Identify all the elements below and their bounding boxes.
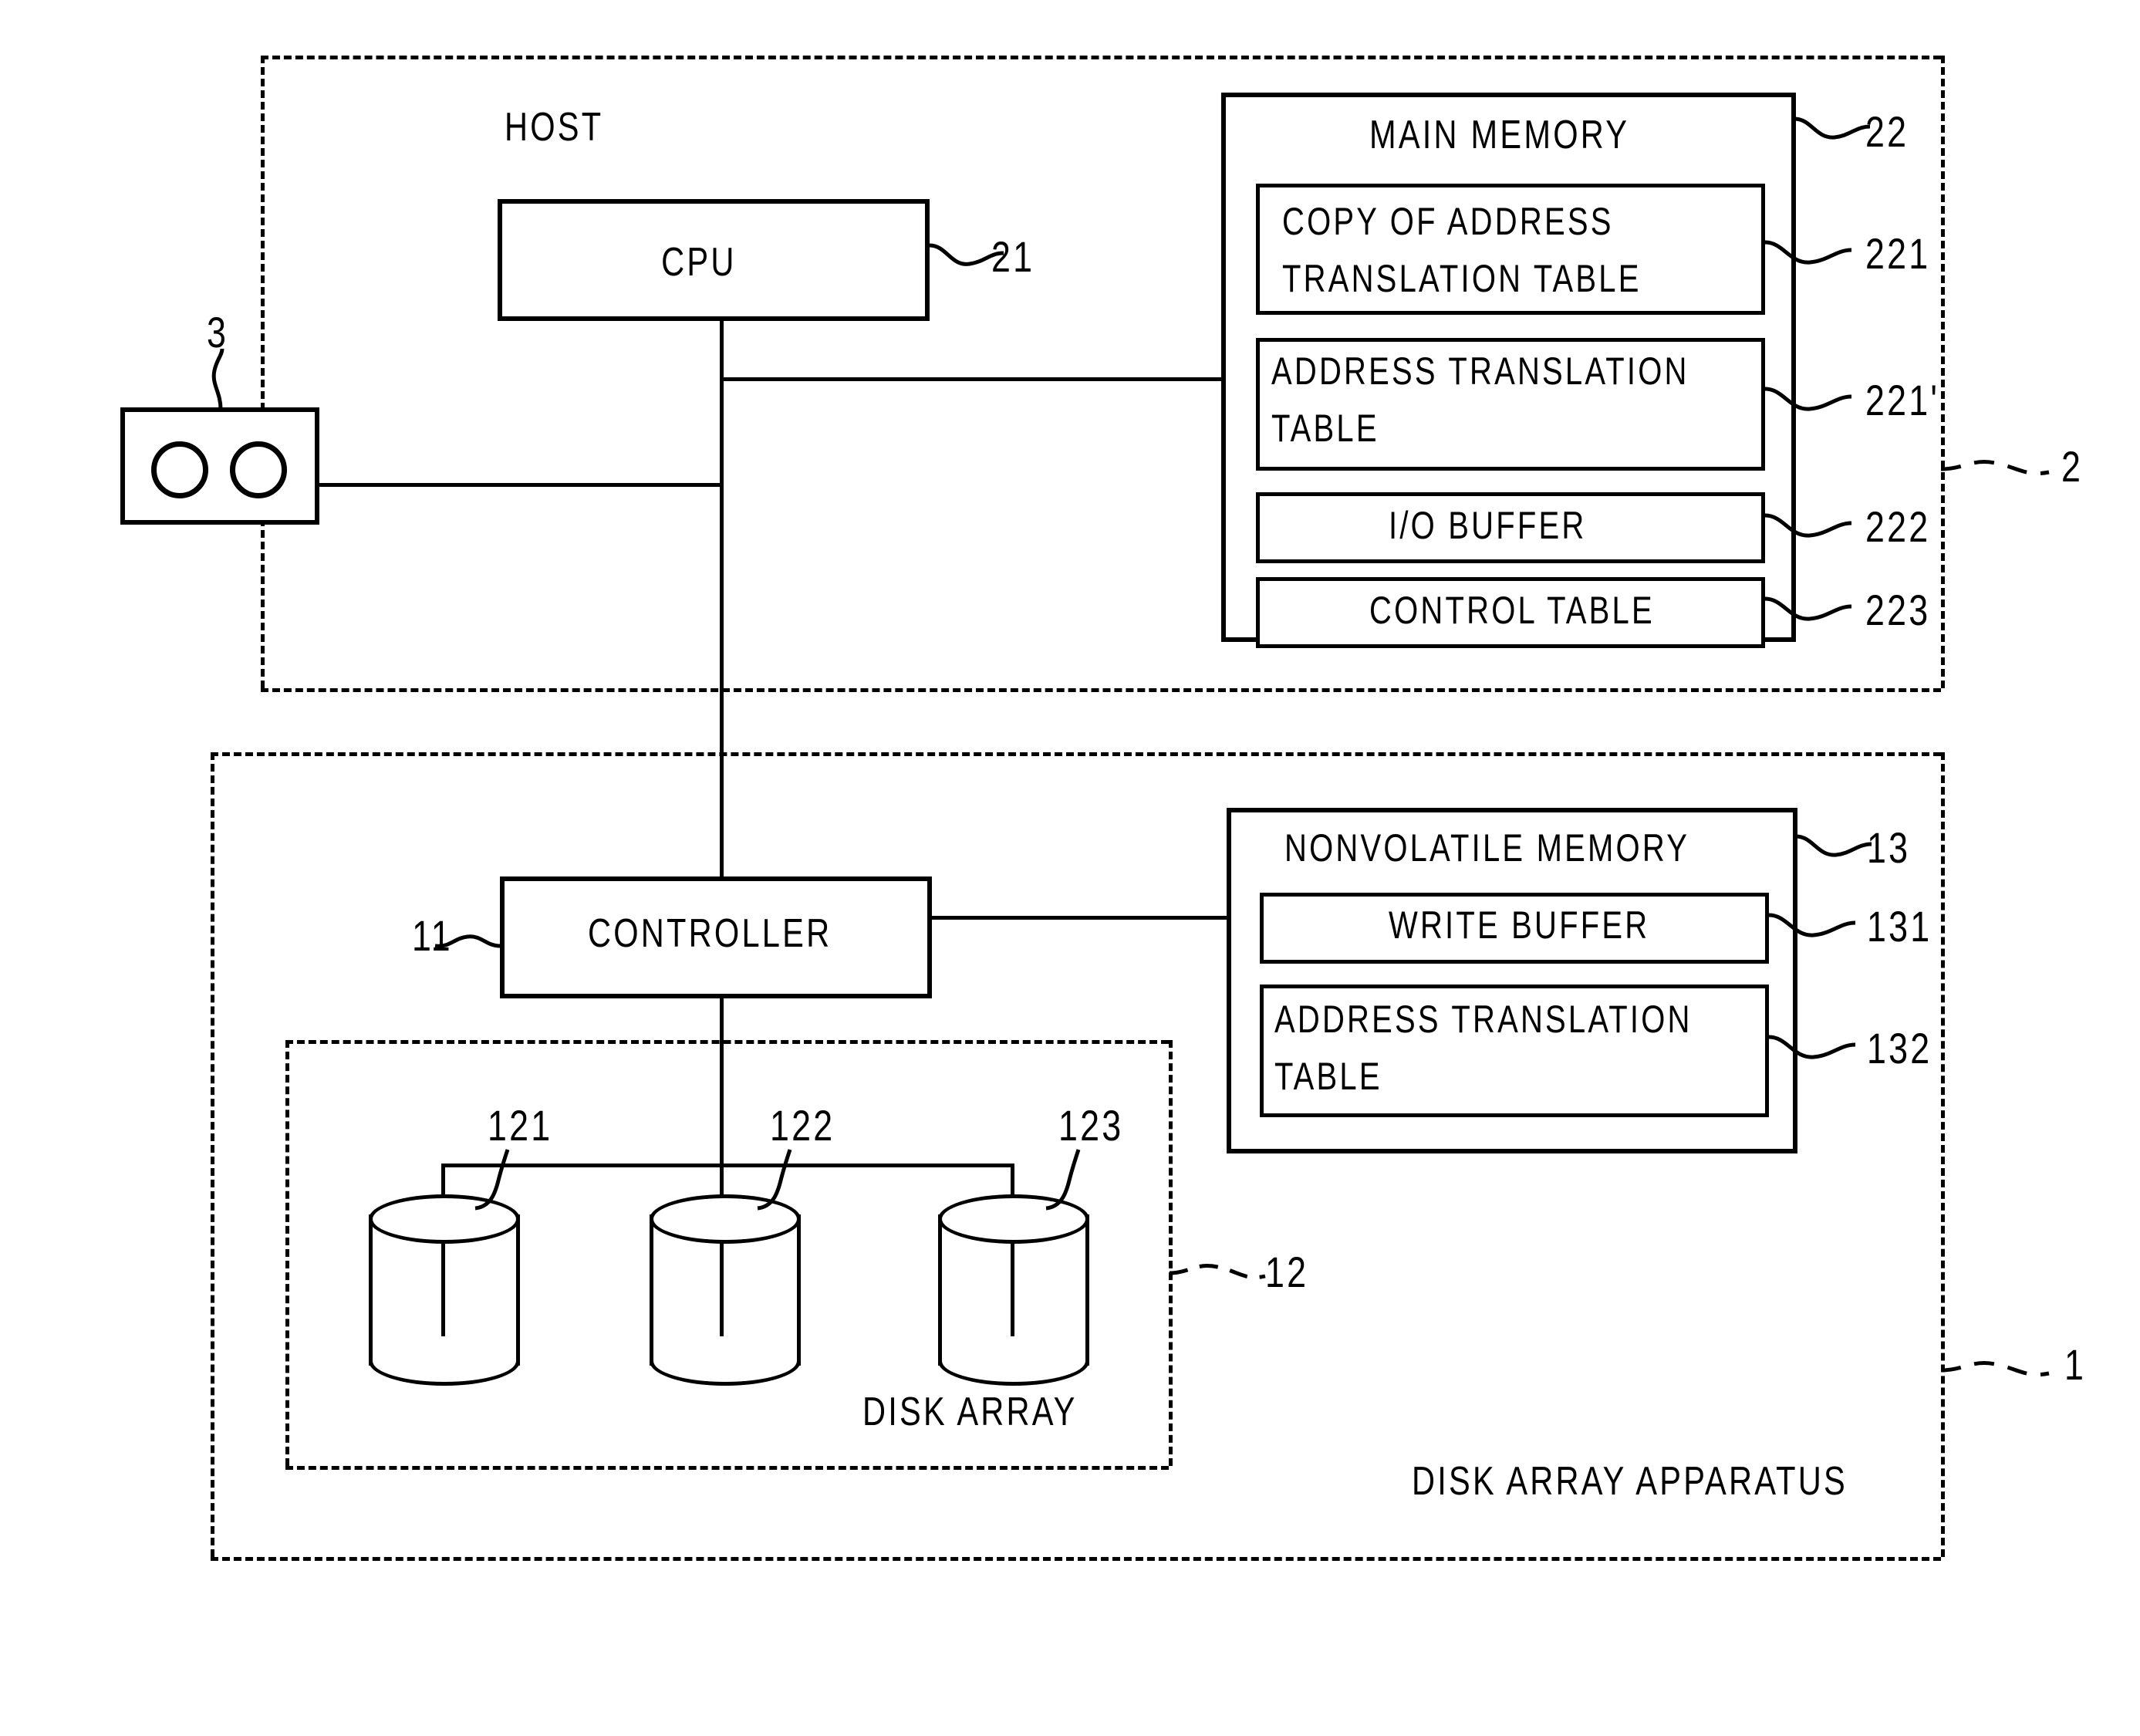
copy-address-translation-table-line2: TRANSLATION TABLE: [1282, 257, 1642, 300]
disk-cylinder-123: [938, 1194, 1089, 1386]
main-memory-label: MAIN MEMORY: [1369, 113, 1630, 157]
ref-221-number: 221: [1865, 229, 1931, 278]
ref-13-number: 13: [1867, 823, 1911, 872]
cpu-to-address-translation-table-wire: [720, 377, 1223, 381]
patent-figure-canvas: HOST 2 CPU 21 MAIN MEMORY 22 COPY OF ADD…: [0, 0, 2140, 1736]
ref-221prime-number: 221': [1865, 376, 1940, 424]
address-translation-table-line2: TABLE: [1271, 407, 1379, 450]
copy-address-translation-table-line1: COPY OF ADDRESS: [1282, 200, 1614, 243]
disk-cylinder-122: [650, 1194, 801, 1386]
host-label: HOST: [505, 105, 604, 150]
terminal-device-box: [120, 407, 319, 525]
control-table-label: CONTROL TABLE: [1369, 589, 1655, 632]
address-translation-table-line1: ADDRESS TRANSLATION: [1271, 350, 1689, 393]
ref-123-leader: [1045, 1149, 1081, 1211]
terminal-port-left-icon: [151, 441, 208, 498]
terminal-port-right-icon: [230, 441, 287, 498]
ref-223-number: 223: [1865, 586, 1931, 634]
ref-132-number: 132: [1867, 1024, 1932, 1072]
ref-121-number: 121: [488, 1101, 553, 1150]
ref-122-number: 122: [770, 1101, 835, 1150]
cpu-ref-number: 21: [991, 232, 1035, 281]
terminal-ref-leader: [211, 348, 224, 410]
ref-131-number: 131: [1867, 902, 1932, 951]
terminal-ref-number: 3: [207, 308, 229, 356]
controller-label: CONTROLLER: [588, 911, 832, 956]
terminal-to-bus-wire: [319, 483, 722, 487]
disk-array-apparatus-ref-number: 1: [2064, 1340, 2087, 1389]
io-buffer-label: I/O BUFFER: [1389, 504, 1587, 547]
controller-ref-number: 11: [412, 911, 453, 960]
nonvolatile-memory-label: NONVOLATILE MEMORY: [1284, 826, 1690, 870]
nv-address-translation-table-line1: ADDRESS TRANSLATION: [1274, 998, 1693, 1041]
host-ref-number: 2: [2061, 442, 2084, 491]
ref-222-number: 222: [1865, 502, 1931, 551]
disk-array-ref-number: 12: [1265, 1248, 1309, 1296]
cpu-label: CPU: [661, 240, 737, 285]
main-memory-ref-number: 22: [1865, 107, 1909, 156]
controller-to-nonvolatile-memory-wire: [932, 916, 1227, 920]
disk-array-label: DISK ARRAY: [862, 1390, 1078, 1434]
ref-123-number: 123: [1058, 1101, 1124, 1150]
disk-cylinder-121: [369, 1194, 520, 1386]
write-buffer-label: WRITE BUFFER: [1389, 903, 1650, 947]
nv-address-translation-table-line2: TABLE: [1274, 1055, 1382, 1098]
ref-122-leader: [757, 1149, 792, 1211]
ref-121-leader: [474, 1149, 510, 1211]
disk-array-apparatus-label: DISK ARRAY APPARATUS: [1412, 1459, 1848, 1504]
